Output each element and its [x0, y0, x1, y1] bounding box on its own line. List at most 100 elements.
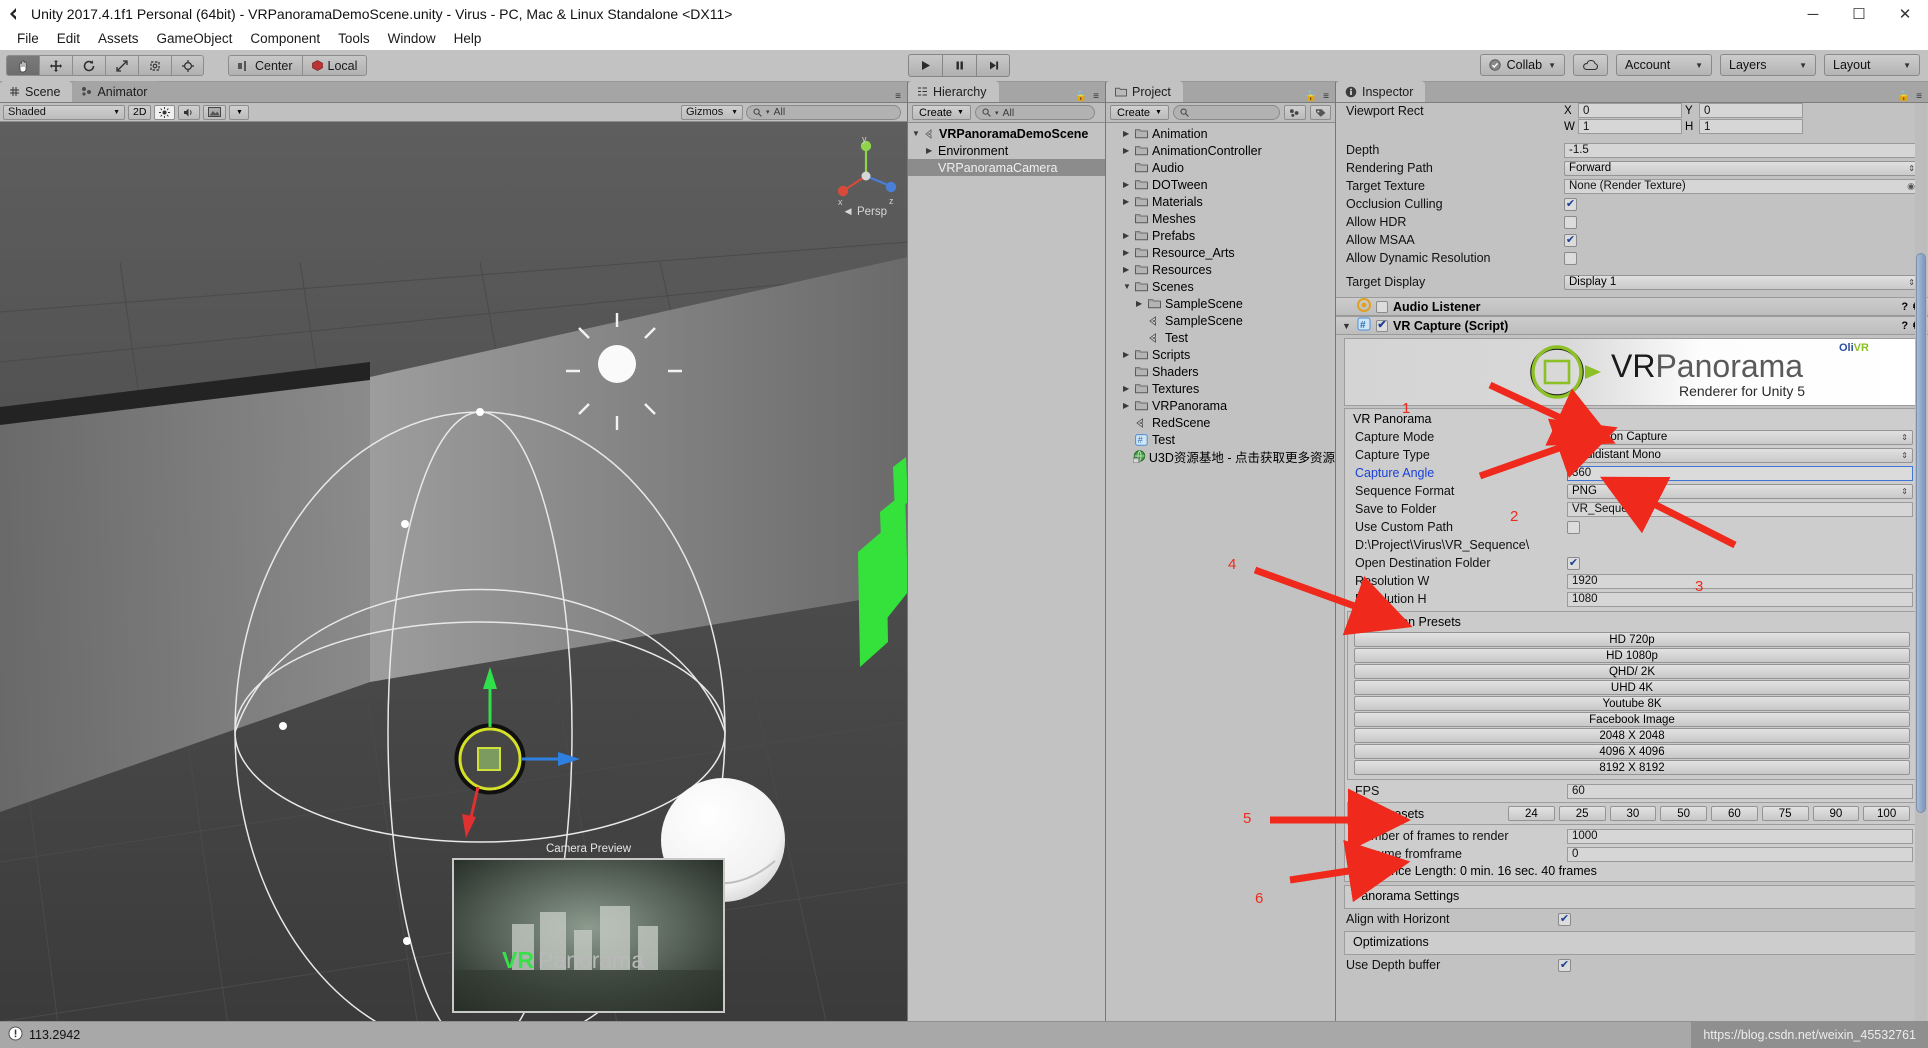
minimize-button[interactable]: ─: [1790, 0, 1836, 28]
project-item[interactable]: ▶ Resources: [1106, 261, 1335, 278]
pivot-rotation-button[interactable]: Local: [301, 55, 368, 76]
resolution-preset-button[interactable]: HD 720p: [1354, 632, 1910, 647]
menu-file[interactable]: File: [8, 28, 48, 50]
use-custom-path-checkbox[interactable]: [1567, 520, 1580, 534]
project-item[interactable]: SampleScene: [1106, 312, 1335, 329]
scene-lighting-toggle[interactable]: [154, 104, 176, 120]
tab-project[interactable]: Project: [1106, 81, 1183, 102]
project-tree[interactable]: ▶ Animation ▶ AnimationController Audio ▶ DOTw…: [1106, 123, 1335, 1021]
project-item[interactable]: RedScene: [1106, 414, 1335, 431]
project-create-button[interactable]: Create ▼: [1110, 105, 1169, 120]
frames-to-render-input[interactable]: 1000: [1567, 828, 1913, 844]
hierarchy-item-scene[interactable]: ▼ VRPanoramaDemoScene: [908, 125, 1105, 142]
panel-menu-icon[interactable]: ≡: [1093, 91, 1099, 102]
triangle-right-icon[interactable]: ▶: [1123, 129, 1132, 138]
triangle-right-icon[interactable]: ▶: [1123, 146, 1132, 155]
capture-angle-input[interactable]: 360: [1567, 465, 1913, 481]
triangle-right-icon[interactable]: ▶: [1123, 231, 1132, 240]
foldout-icon[interactable]: ▼: [1342, 321, 1352, 331]
project-item[interactable]: Test: [1106, 329, 1335, 346]
project-filter-label-button[interactable]: [1309, 105, 1331, 120]
pause-button[interactable]: [942, 54, 976, 77]
project-filter-type-button[interactable]: [1284, 105, 1306, 120]
project-item[interactable]: ▶ Materials: [1106, 193, 1335, 210]
viewport-w-input[interactable]: 1: [1578, 119, 1682, 134]
triangle-right-icon[interactable]: ▶: [1123, 350, 1132, 359]
resolution-preset-button[interactable]: QHD/ 2K: [1354, 664, 1910, 679]
transform-tool-icon[interactable]: [171, 55, 204, 76]
open-destination-folder-checkbox[interactable]: [1567, 556, 1580, 570]
hierarchy-create-button[interactable]: Create ▼: [912, 105, 971, 120]
triangle-down-icon[interactable]: ▼: [912, 129, 921, 138]
panel-menu-icon[interactable]: ≡: [895, 91, 901, 102]
rect-tool-icon[interactable]: [138, 55, 171, 76]
triangle-right-icon[interactable]: ▶: [1123, 197, 1132, 206]
hierarchy-search-input[interactable]: ▾ All: [974, 105, 1095, 120]
audio-listener-enabled-checkbox[interactable]: [1376, 300, 1388, 313]
align-with-horizont-checkbox[interactable]: [1558, 912, 1571, 926]
viewport-x-input[interactable]: 0: [1578, 103, 1682, 118]
project-item[interactable]: ▶ Scripts: [1106, 346, 1335, 363]
resolution-preset-button[interactable]: HD 1080p: [1354, 648, 1910, 663]
layers-button[interactable]: Layers ▼: [1720, 54, 1816, 76]
project-item[interactable]: Audio: [1106, 159, 1335, 176]
tab-hierarchy[interactable]: Hierarchy: [908, 81, 999, 102]
save-to-folder-input[interactable]: VR_Sequence: [1567, 501, 1913, 517]
collab-button[interactable]: Collab ▼: [1479, 54, 1565, 76]
toggle-2d-button[interactable]: 2D: [128, 104, 152, 120]
scene-audio-toggle[interactable]: [178, 104, 201, 120]
triangle-right-icon[interactable]: ▶: [1136, 299, 1145, 308]
hierarchy-tree[interactable]: ▼ VRPanoramaDemoScene ▶ Environment VRPa…: [908, 123, 1105, 1021]
resolution-preset-button[interactable]: 4096 X 4096: [1354, 744, 1910, 759]
hierarchy-item-vrpanoramacamera[interactable]: VRPanoramaCamera: [908, 159, 1105, 176]
allow-dynamic-resolution-checkbox[interactable]: [1564, 251, 1577, 265]
scene-viewport[interactable]: y x z ◄ Persp Camera Preview VR Panorama: [0, 122, 907, 1021]
scale-tool-icon[interactable]: [105, 55, 138, 76]
menu-window[interactable]: Window: [379, 28, 445, 50]
maximize-button[interactable]: ☐: [1836, 0, 1882, 28]
project-item[interactable]: ▶ Textures: [1106, 380, 1335, 397]
resolution-h-input[interactable]: 1080: [1567, 591, 1913, 607]
project-item[interactable]: U3D资源基地 - 点击获取更多资源: [1106, 448, 1335, 465]
inspector-scrollbar[interactable]: [1915, 103, 1927, 1021]
project-item[interactable]: ▶ VRPanorama: [1106, 397, 1335, 414]
sequence-format-dropdown[interactable]: PNG ⇕: [1567, 483, 1913, 499]
rendering-path-dropdown[interactable]: Forward ⇕: [1564, 160, 1920, 176]
scene-search-input[interactable]: ▾ All: [746, 104, 901, 120]
draw-mode-dropdown[interactable]: Shaded ▼: [3, 104, 125, 120]
scene-fx-dropdown[interactable]: ▼: [229, 104, 250, 120]
project-item[interactable]: ▶ SampleScene: [1106, 295, 1335, 312]
inspector-scrollbar-thumb[interactable]: [1916, 253, 1926, 813]
panel-menu-icon[interactable]: ≡: [1323, 91, 1329, 102]
menu-tools[interactable]: Tools: [329, 28, 379, 50]
gizmos-dropdown[interactable]: Gizmos ▼: [681, 104, 743, 120]
panel-menu-icon[interactable]: ≡: [1916, 91, 1922, 102]
project-item[interactable]: ▶ Resource_Arts: [1106, 244, 1335, 261]
help-icon[interactable]: ?: [1901, 301, 1908, 313]
fps-preset-button[interactable]: 30: [1609, 806, 1657, 821]
cloud-button[interactable]: [1573, 54, 1608, 76]
viewport-y-input[interactable]: 0: [1699, 103, 1803, 118]
fps-preset-button[interactable]: 60: [1711, 806, 1758, 821]
menu-component[interactable]: Component: [241, 28, 329, 50]
resolution-preset-button[interactable]: 8192 X 8192: [1354, 760, 1910, 775]
allow-msaa-checkbox[interactable]: [1564, 233, 1577, 247]
fps-preset-button[interactable]: 25: [1558, 806, 1606, 821]
tab-animator[interactable]: Animator: [72, 81, 160, 102]
project-item[interactable]: Shaders: [1106, 363, 1335, 380]
resolution-w-input[interactable]: 1920: [1567, 573, 1913, 589]
viewport-h-input[interactable]: 1: [1699, 119, 1803, 134]
fps-preset-button[interactable]: 24: [1508, 806, 1555, 821]
step-button[interactable]: [976, 54, 1010, 77]
vr-capture-header[interactable]: ▼ # VR Capture (Script) ? ⚙: [1336, 316, 1928, 335]
allow-hdr-checkbox[interactable]: [1564, 215, 1577, 229]
capture-type-dropdown[interactable]: Equidistant Mono ⇕: [1567, 447, 1913, 463]
lock-icon[interactable]: 🔒: [1075, 91, 1087, 102]
triangle-right-icon[interactable]: ▶: [1123, 248, 1132, 257]
fps-preset-button[interactable]: 100: [1863, 806, 1910, 821]
menu-help[interactable]: Help: [445, 28, 491, 50]
resolution-preset-button[interactable]: 2048 X 2048: [1354, 728, 1910, 743]
menu-assets[interactable]: Assets: [89, 28, 148, 50]
depth-input[interactable]: -1.5: [1564, 142, 1920, 158]
resolution-preset-button[interactable]: Facebook Image: [1354, 712, 1910, 727]
